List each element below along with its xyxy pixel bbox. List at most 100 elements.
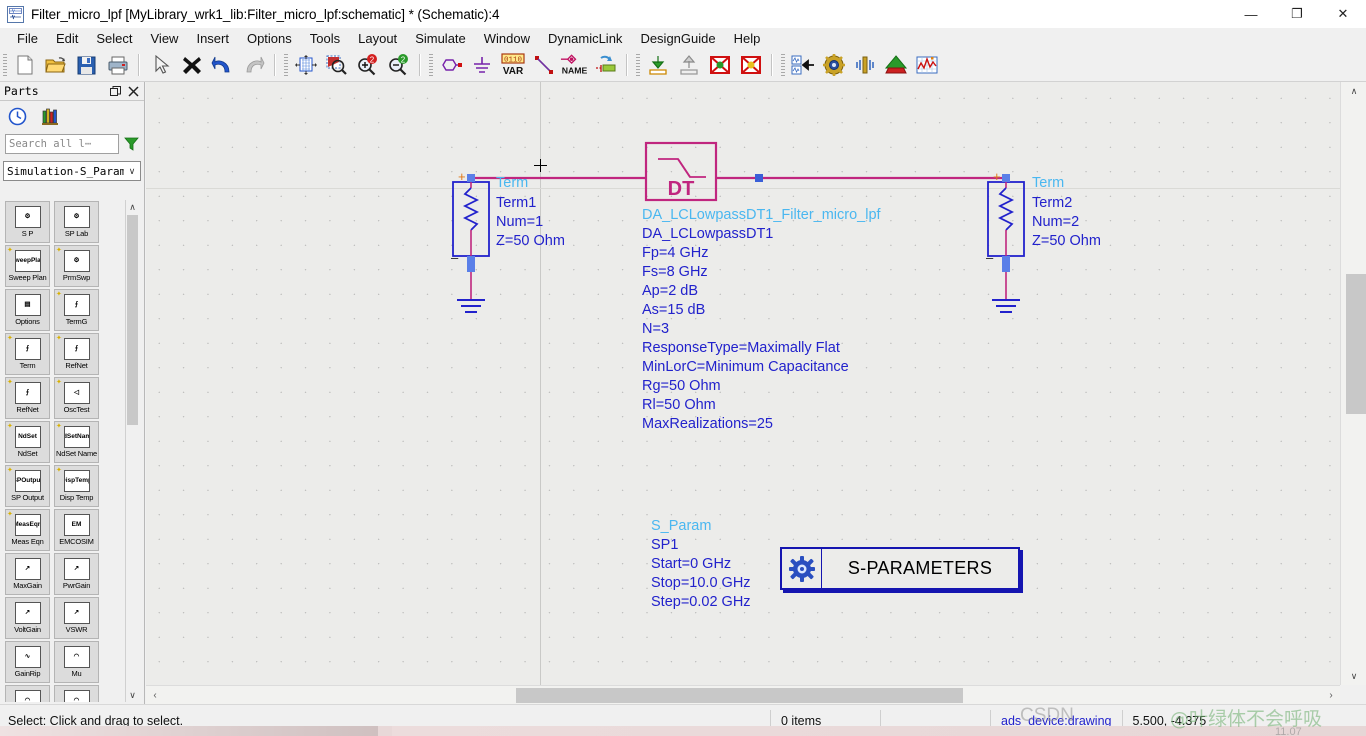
canvas-vertical-scrollbar[interactable]: ∧ ∨	[1340, 82, 1366, 685]
tuning-icon[interactable]	[849, 51, 880, 80]
search-input[interactable]: Search all l⋯	[5, 134, 119, 154]
part-cell[interactable]: ↗ MaxGain	[5, 553, 50, 595]
term2-name-label[interactable]: Term	[1032, 175, 1064, 191]
sparam-instance-label[interactable]: SP1	[651, 537, 678, 553]
term1-instance-label[interactable]: Term1	[496, 195, 536, 211]
part-cell[interactable]: ✦ ◁ OscTest	[54, 377, 99, 419]
menu-file[interactable]: File	[8, 29, 47, 48]
open-folder-icon[interactable]	[40, 51, 71, 80]
wire-icon[interactable]	[528, 51, 559, 80]
menu-designguide[interactable]: DesignGuide	[631, 29, 724, 48]
data-display-icon[interactable]	[911, 51, 942, 80]
filter-param-ap[interactable]: Ap=2 dB	[642, 283, 698, 299]
menu-help[interactable]: Help	[725, 29, 770, 48]
menu-simulate[interactable]: Simulate	[406, 29, 475, 48]
scroll-up-icon[interactable]: ∧	[129, 200, 136, 214]
schematic-canvas[interactable]: + – DT + – Term Term1 Num=1 Z=50 Ohm Ter…	[146, 82, 1340, 685]
part-cell[interactable]: ▤ Options	[5, 289, 50, 331]
minimize-button[interactable]: —	[1228, 0, 1274, 28]
history-clock-icon[interactable]	[6, 105, 28, 127]
filter-param-as[interactable]: As=15 dB	[642, 302, 705, 318]
menu-select[interactable]: Select	[87, 29, 141, 48]
menu-options[interactable]: Options	[238, 29, 301, 48]
parts-scrollbar[interactable]: ∧ ∨	[125, 200, 139, 702]
menu-view[interactable]: View	[142, 29, 188, 48]
scroll-left-button[interactable]: ‹	[146, 686, 164, 705]
filter-param-minlorc[interactable]: MinLorC=Minimum Capacitance	[642, 359, 849, 375]
scroll-right-button[interactable]: ›	[1322, 686, 1340, 705]
part-cell[interactable]: ✦ ⚙ PrmSwp	[54, 245, 99, 287]
delete-x-icon[interactable]	[176, 51, 207, 80]
toolbar-grip[interactable]	[3, 54, 7, 76]
simulate-icon[interactable]	[880, 51, 911, 80]
part-cell[interactable]: ✦MeasEqnMeas Eqn	[5, 509, 50, 551]
horizontal-scroll-thumb[interactable]	[516, 688, 963, 703]
undo-icon[interactable]	[207, 51, 238, 80]
part-cell[interactable]: ✦ ⨍ RefNet	[54, 333, 99, 375]
part-cell[interactable]: ∿ GainRip	[5, 641, 50, 683]
vertical-scroll-thumb[interactable]	[1346, 274, 1366, 414]
wire-label-icon[interactable]	[590, 51, 621, 80]
part-cell[interactable]: ⚙ S P	[5, 201, 50, 243]
scroll-down-icon[interactable]: ∨	[129, 688, 136, 702]
term2-param-num[interactable]: Num=2	[1032, 214, 1079, 230]
filter-param-rl[interactable]: Rl=50 Ohm	[642, 397, 716, 413]
part-cell[interactable]: ◠ Mu	[54, 641, 99, 683]
filter-param-fp[interactable]: Fp=4 GHz	[642, 245, 708, 261]
term2-param-z[interactable]: Z=50 Ohm	[1032, 233, 1101, 249]
part-cell[interactable]: ↗ PwrGain	[54, 553, 99, 595]
part-cell[interactable]: ✦DispTempDisp Temp	[54, 465, 99, 507]
toolbar-grip[interactable]	[429, 54, 433, 76]
zoom-area-icon[interactable]	[321, 51, 352, 80]
wire-name-icon[interactable]: NAME	[559, 51, 590, 80]
select-arrow-icon[interactable]	[145, 51, 176, 80]
toolbar-grip[interactable]	[636, 54, 640, 76]
part-cell[interactable]: ↗ VSWR	[54, 597, 99, 639]
filter-param-n[interactable]: N=3	[642, 321, 669, 337]
filter-instance-label[interactable]: DA_LCLowpassDT1	[642, 226, 773, 242]
new-icon[interactable]	[9, 51, 40, 80]
component-library-icon[interactable]	[787, 51, 818, 80]
filter-param-fs[interactable]: Fs=8 GHz	[642, 264, 708, 280]
deactivate-icon[interactable]	[704, 51, 735, 80]
sparameters-block[interactable]: S-PARAMETERS	[780, 547, 1020, 590]
menu-insert[interactable]: Insert	[187, 29, 238, 48]
sparam-param-step[interactable]: Step=0.02 GHz	[651, 594, 751, 610]
zoom-in-icon[interactable]: 2	[352, 51, 383, 80]
part-cell[interactable]: ⚙ SP Lab	[54, 201, 99, 243]
term2-instance-label[interactable]: Term2	[1032, 195, 1072, 211]
toolbar-grip[interactable]	[284, 54, 288, 76]
funnel-filter-icon[interactable]	[124, 136, 139, 152]
term1-param-num[interactable]: Num=1	[496, 214, 543, 230]
scroll-up-button[interactable]: ∧	[1341, 82, 1366, 100]
part-cell[interactable]: ✦NdSetNameNdSet Name	[54, 421, 99, 463]
term1-param-z[interactable]: Z=50 Ohm	[496, 233, 565, 249]
filter-param-rg[interactable]: Rg=50 Ohm	[642, 378, 721, 394]
pop-out-icon[interactable]	[673, 51, 704, 80]
close-panel-icon[interactable]	[126, 84, 141, 99]
menu-edit[interactable]: Edit	[47, 29, 87, 48]
part-cell[interactable]: ◠MuPrim	[5, 685, 50, 702]
filter-param-maxrealizations[interactable]: MaxRealizations=25	[642, 416, 773, 432]
menu-window[interactable]: Window	[475, 29, 539, 48]
category-dropdown[interactable]: Simulation-S_Param ∨	[3, 161, 141, 181]
part-cell[interactable]: EM EMCOSIM	[54, 509, 99, 551]
sparam-param-stop[interactable]: Stop=10.0 GHz	[651, 575, 751, 591]
sparam-name-label[interactable]: S_Param	[651, 518, 711, 534]
canvas-horizontal-scrollbar[interactable]: ‹ ›	[146, 685, 1340, 704]
toolbar-grip[interactable]	[781, 54, 785, 76]
var-icon[interactable]: 0110 VAR	[497, 51, 528, 80]
close-button[interactable]: ✕	[1320, 0, 1366, 28]
library-books-icon[interactable]	[40, 105, 62, 127]
zoom-fit-icon[interactable]	[290, 51, 321, 80]
ground-icon[interactable]	[466, 51, 497, 80]
menu-layout[interactable]: Layout	[349, 29, 406, 48]
port-icon[interactable]	[435, 51, 466, 80]
part-cell[interactable]: ↗ VoltGain	[5, 597, 50, 639]
part-cell[interactable]: ✦ ⨍ RefNet	[5, 377, 50, 419]
part-cell[interactable]: ✦ ⨍ TermG	[54, 289, 99, 331]
activate-icon[interactable]	[735, 51, 766, 80]
filter-param-responsetype[interactable]: ResponseType=Maximally Flat	[642, 340, 840, 356]
part-cell[interactable]: ✦ ⨍ Term	[5, 333, 50, 375]
part-cell[interactable]: ◠StabFct	[54, 685, 99, 702]
